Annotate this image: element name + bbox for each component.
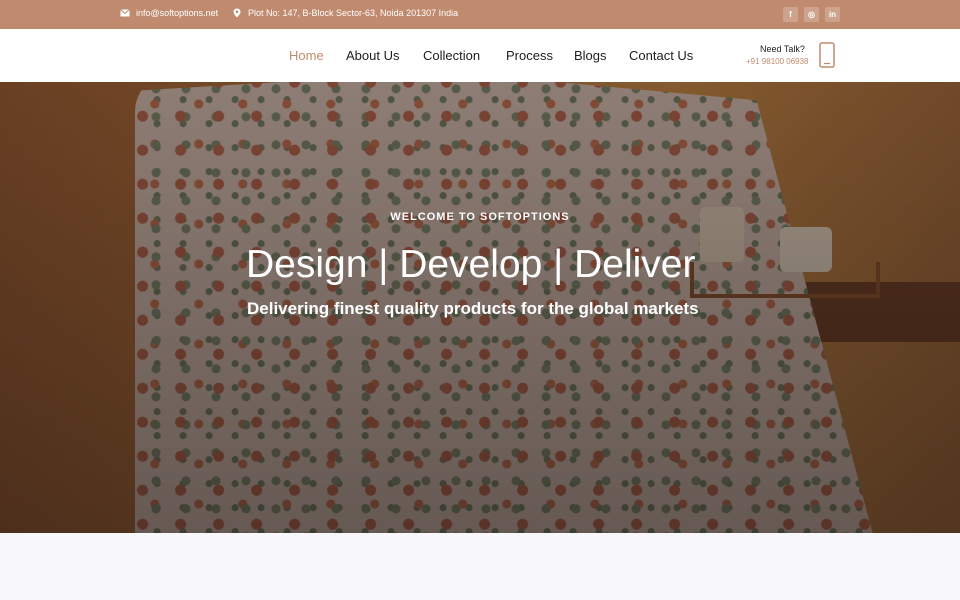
nav-about-us[interactable]: About Us (346, 48, 399, 63)
mobile-phone-icon[interactable] (818, 42, 836, 68)
nav-home[interactable]: Home (289, 48, 324, 63)
address: Plot No: 147, B-Block Sector-63, Noida 2… (232, 8, 458, 18)
email-text: info@softoptions.net (136, 8, 219, 18)
hero-subtitle: Delivering finest quality products for t… (247, 299, 699, 318)
linkedin-icon[interactable]: in (825, 7, 840, 22)
need-talk-label: Need Talk? (760, 44, 805, 54)
hero-banner: WELCOME TO SOFTOPTIONS Design | Develop … (0, 82, 960, 533)
nav-collection[interactable]: Collection (423, 48, 480, 63)
email-link[interactable]: info@softoptions.net (120, 8, 218, 18)
instagram-icon[interactable]: ◎ (804, 7, 819, 22)
hero-kicker: WELCOME TO SOFTOPTIONS (390, 211, 570, 223)
phone-number-link[interactable]: +91 98100 06938 (746, 57, 809, 66)
nav-blogs[interactable]: Blogs (574, 48, 607, 63)
top-info-bar: info@softoptions.net Plot No: 147, B-Blo… (0, 0, 960, 29)
hero-title: Design | Develop | Deliver (246, 243, 696, 286)
envelope-icon (120, 9, 130, 17)
address-text: Plot No: 147, B-Block Sector-63, Noida 2… (248, 8, 459, 18)
main-header: Home About Us Collection Process Blogs C… (0, 29, 960, 82)
nav-process[interactable]: Process (506, 48, 553, 63)
facebook-icon[interactable]: f (783, 7, 798, 22)
nav-contact-us[interactable]: Contact Us (629, 48, 693, 63)
map-pin-icon (233, 8, 241, 18)
